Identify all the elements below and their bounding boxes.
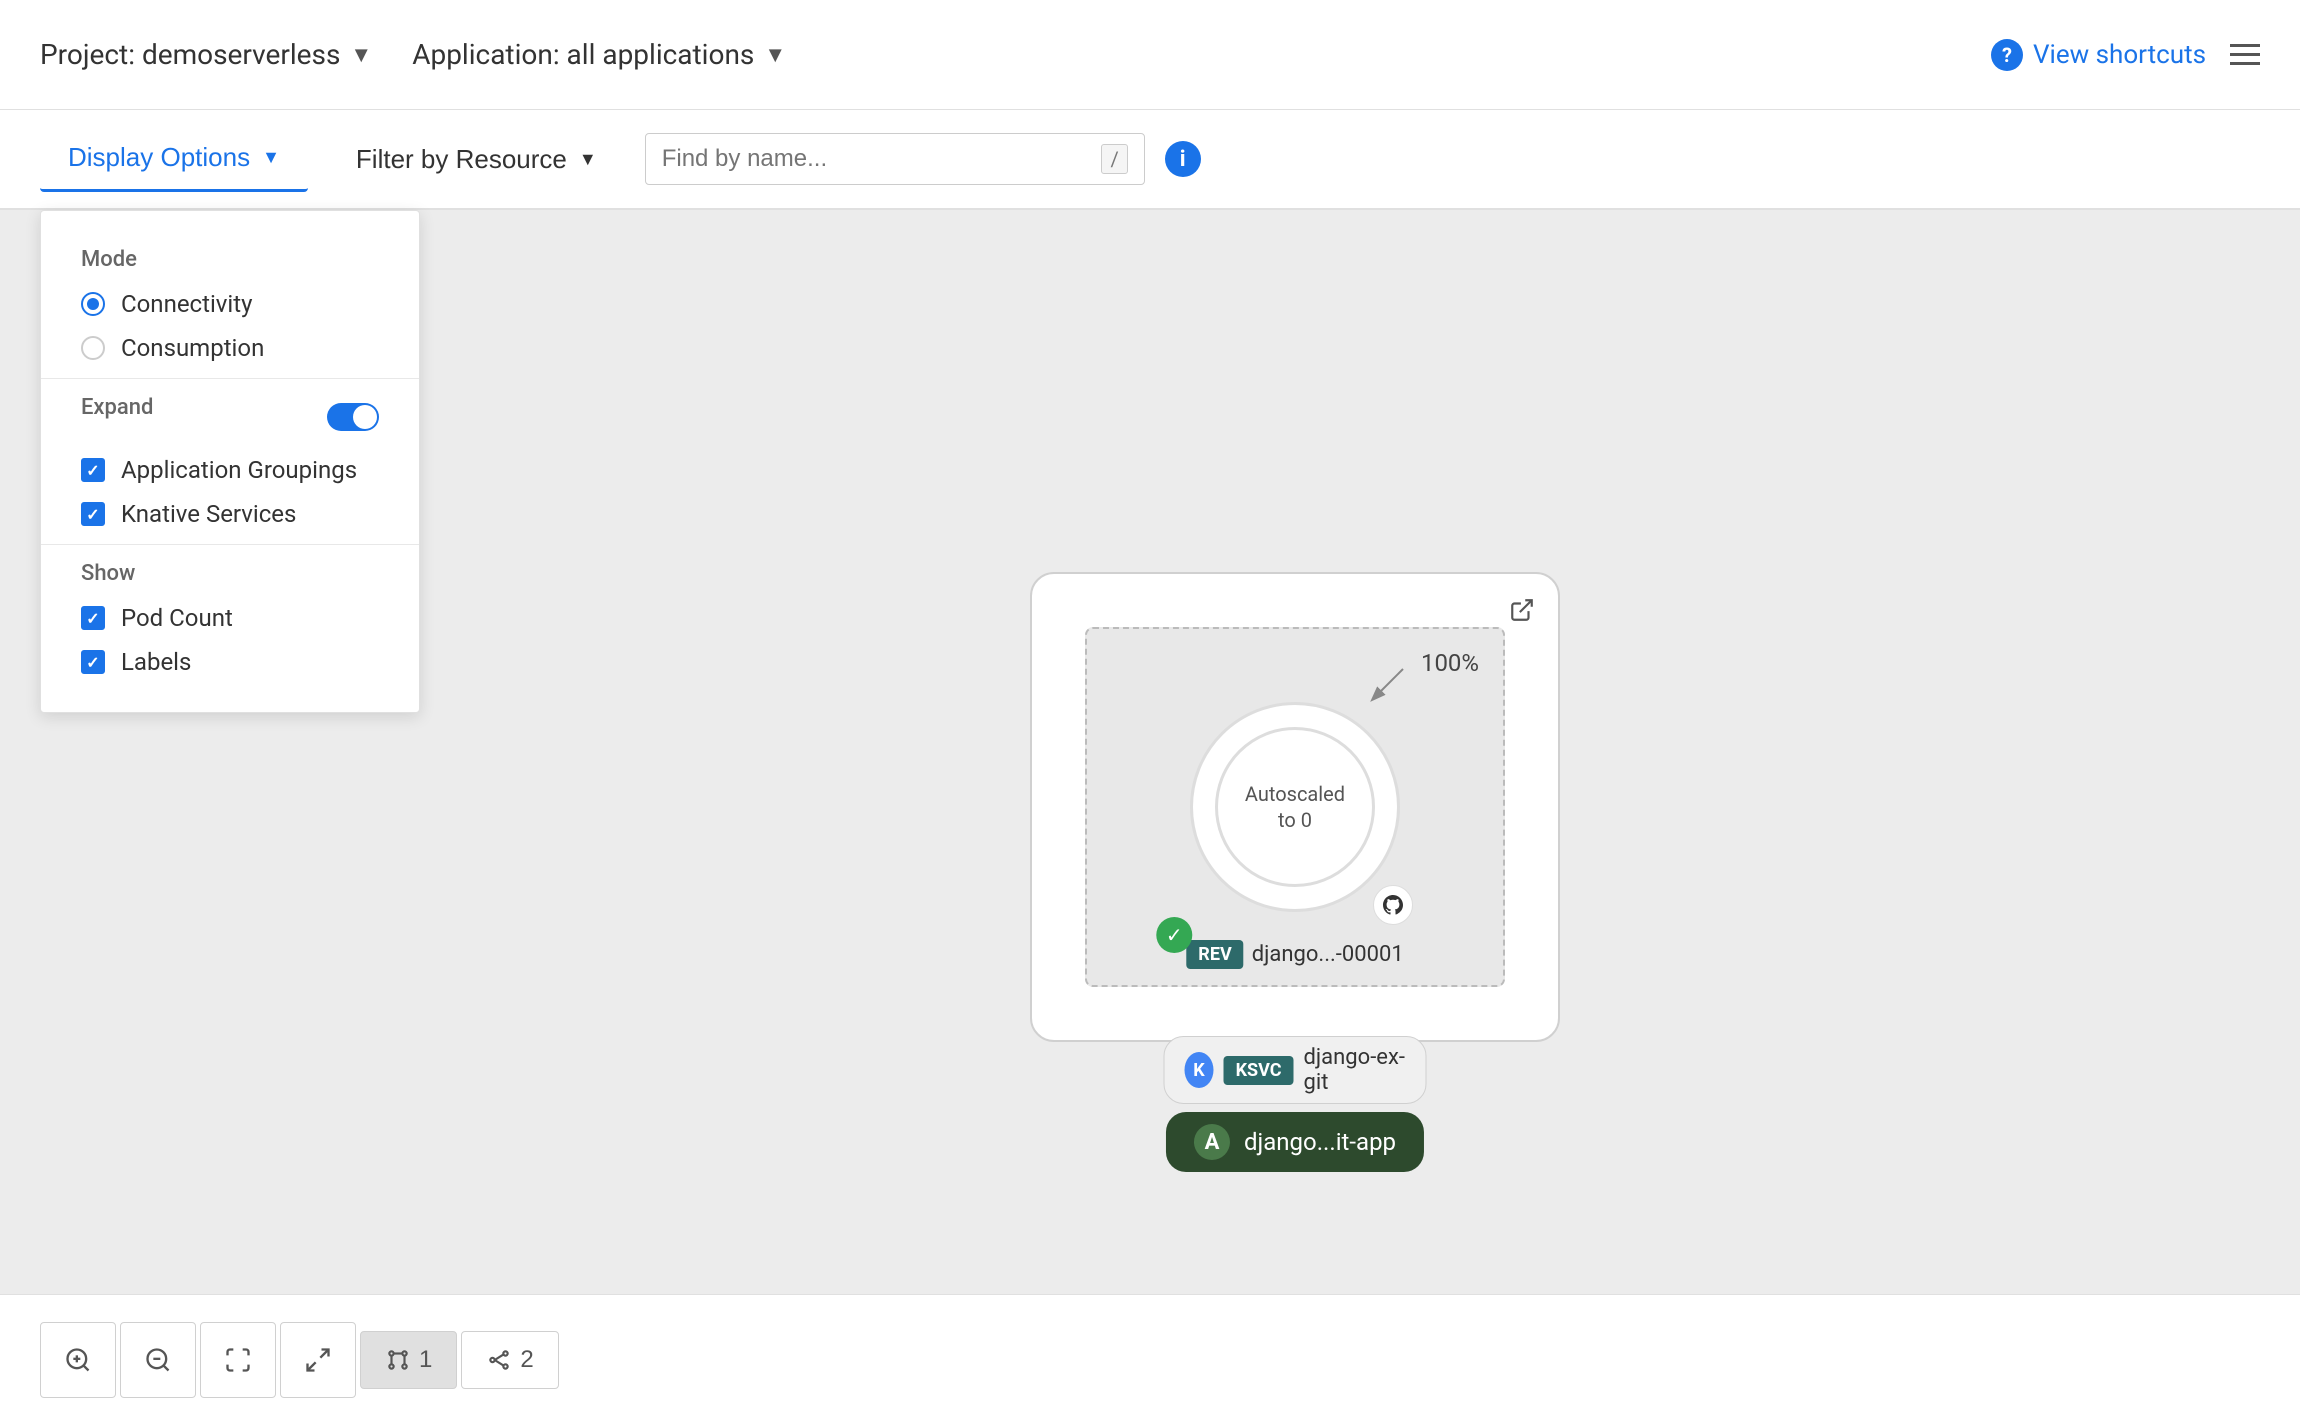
github-badge — [1373, 885, 1413, 925]
knative-services-row[interactable]: Knative Services — [81, 500, 379, 528]
knative-services-label: Knative Services — [121, 500, 296, 528]
find-input[interactable] — [662, 145, 1090, 173]
mode-label: Mode — [81, 247, 379, 272]
filter-chevron: ▼ — [579, 149, 597, 170]
percent-label: 100% — [1421, 649, 1479, 677]
expand-section: Expand Application Groupings Knative Ser… — [41, 378, 419, 544]
rev-badge-container: ✓ REV django...-00001 — [1186, 940, 1403, 969]
topbar: Project: demoserverless ▼ Application: a… — [0, 0, 2300, 110]
consumption-radio-row[interactable]: Consumption — [81, 334, 379, 362]
app-groupings-row[interactable]: Application Groupings — [81, 456, 379, 484]
zoom-in-button[interactable] — [40, 1322, 116, 1398]
autoscaled-text: Autoscaled to 0 — [1245, 781, 1345, 833]
view-shortcuts-link[interactable]: ? View shortcuts — [1991, 39, 2206, 71]
pod-count-row[interactable]: Pod Count — [81, 604, 379, 632]
expand-toggle[interactable] — [327, 403, 379, 431]
toolbar: Display Options ▼ Filter by Resource ▼ /… — [0, 110, 2300, 210]
app-groupings-label: Application Groupings — [121, 456, 357, 484]
mode-section: Mode Connectivity Consumption — [41, 231, 419, 378]
project-dropdown-arrow[interactable]: ▼ — [350, 42, 372, 68]
knative-services-checkbox[interactable] — [81, 502, 105, 526]
topbar-right: ? View shortcuts — [1991, 39, 2260, 71]
project-selector[interactable]: Project: demoserverless ▼ — [40, 38, 372, 71]
show-label: Show — [81, 561, 379, 586]
consumption-label: Consumption — [121, 334, 264, 362]
show-section: Show Pod Count Labels — [41, 544, 419, 692]
filter-by-resource-button[interactable]: Filter by Resource ▼ — [328, 128, 625, 191]
display-options-chevron: ▼ — [262, 147, 280, 168]
app-dropdown-arrow[interactable]: ▼ — [764, 42, 786, 68]
project-label: Project: demoserverless — [40, 38, 340, 71]
expand-row: Expand — [81, 395, 379, 438]
k-badge: K — [1185, 1052, 1214, 1088]
app-label-icon: A — [1194, 1124, 1230, 1160]
labels-row[interactable]: Labels — [81, 648, 379, 676]
info-icon[interactable]: i — [1165, 141, 1201, 177]
bottom-toolbar: 1 2 — [0, 1294, 2300, 1424]
layout-2-label: 2 — [520, 1346, 533, 1374]
view-shortcuts-label: View shortcuts — [2033, 40, 2206, 70]
layout-1-label: 1 — [419, 1346, 432, 1374]
app-selector[interactable]: Application: all applications ▼ — [412, 38, 786, 71]
pod-count-label: Pod Count — [121, 604, 233, 632]
labels-checkbox[interactable] — [81, 650, 105, 674]
app-name: django...it-app — [1244, 1128, 1396, 1156]
success-check: ✓ — [1156, 917, 1192, 953]
layout-2-button[interactable]: 2 — [461, 1331, 558, 1389]
display-options-button[interactable]: Display Options ▼ — [40, 126, 308, 192]
app-groupings-checkbox[interactable] — [81, 458, 105, 482]
consumption-radio[interactable] — [81, 336, 105, 360]
app-label[interactable]: A django...it-app — [1166, 1112, 1424, 1172]
ksvc-badge: KSVC — [1224, 1056, 1294, 1085]
expand-label: Expand — [81, 395, 153, 420]
filter-by-resource-label: Filter by Resource — [356, 144, 567, 175]
fullscreen-button[interactable] — [280, 1322, 356, 1398]
layout-1-button[interactable]: 1 — [360, 1331, 457, 1389]
labels-label: Labels — [121, 648, 191, 676]
display-options-panel: Mode Connectivity Consumption Expand App… — [40, 210, 420, 713]
slash-shortcut: / — [1101, 144, 1127, 174]
find-input-container: / — [645, 133, 1145, 185]
external-link-button[interactable] — [1500, 588, 1544, 632]
connectivity-radio-row[interactable]: Connectivity — [81, 290, 379, 318]
zoom-out-button[interactable] — [120, 1322, 196, 1398]
connectivity-label: Connectivity — [121, 290, 252, 318]
ksvc-name: django-ex-git — [1304, 1045, 1406, 1095]
pod-circle-outer: Autoscaled to 0 — [1190, 702, 1400, 912]
fit-screen-button[interactable] — [200, 1322, 276, 1398]
app-group-box[interactable]: 100% Autoscaled to 0 — [1030, 572, 1560, 1042]
rev-badge: REV — [1186, 940, 1243, 969]
connectivity-radio[interactable] — [81, 292, 105, 316]
display-options-label: Display Options — [68, 142, 250, 173]
topbar-left: Project: demoserverless ▼ Application: a… — [40, 38, 786, 71]
ksvc-row[interactable]: K KSVC django-ex-git — [1164, 1036, 1427, 1104]
app-node-container: 100% Autoscaled to 0 — [1030, 572, 1560, 1042]
knative-dashed-box: 100% Autoscaled to 0 — [1085, 627, 1505, 987]
menu-icon[interactable] — [2230, 44, 2260, 65]
pod-circle-inner: Autoscaled to 0 — [1215, 727, 1375, 887]
rev-name: django...-00001 — [1252, 942, 1404, 967]
help-icon: ? — [1991, 39, 2023, 71]
pod-count-checkbox[interactable] — [81, 606, 105, 630]
app-label: Application: all applications — [412, 38, 754, 71]
